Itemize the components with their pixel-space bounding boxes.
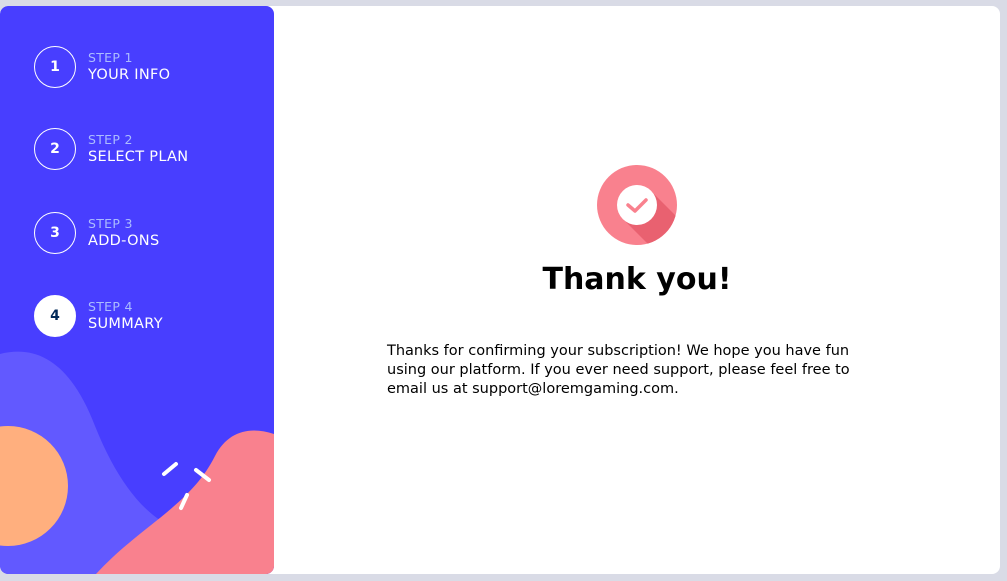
checkmark-icon [597, 165, 677, 245]
step-label: STEP 1 [88, 50, 133, 65]
sidebar-decoration [0, 351, 274, 574]
step-number: 1 [34, 46, 76, 88]
step-number: 2 [34, 128, 76, 170]
step-label: STEP 4 [88, 299, 133, 314]
steps-sidebar: 1 STEP 1 YOUR INFO 2 STEP 2 SELECT PLAN … [0, 6, 274, 574]
step-title: SUMMARY [88, 316, 163, 332]
step-item-2[interactable]: 2 STEP 2 SELECT PLAN [34, 128, 254, 170]
thank-you-message: Thanks for confirming your subscription!… [387, 343, 850, 397]
step-label: STEP 3 [88, 216, 133, 231]
step-item-4[interactable]: 4 STEP 4 SUMMARY [34, 295, 254, 337]
step-title: YOUR INFO [88, 67, 171, 83]
step-number: 3 [34, 212, 76, 254]
step-number: 4 [34, 295, 76, 337]
step-label: STEP 2 [88, 132, 133, 147]
step-title: ADD-ONS [88, 233, 160, 249]
thank-you-title: Thank you! [542, 262, 732, 297]
step-item-3[interactable]: 3 STEP 3 ADD-ONS [34, 212, 254, 254]
form-card: 1 STEP 1 YOUR INFO 2 STEP 2 SELECT PLAN … [0, 6, 1000, 574]
step-title: SELECT PLAN [88, 149, 189, 165]
main-content: Thank you! Thanks for confirming your su… [274, 6, 1000, 574]
step-item-1[interactable]: 1 STEP 1 YOUR INFO [34, 46, 254, 88]
